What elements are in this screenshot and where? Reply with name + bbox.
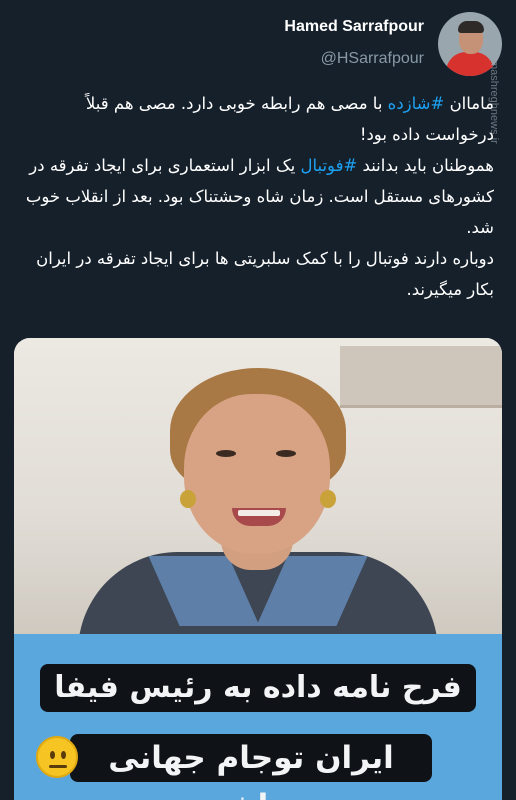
photo-earring-left	[180, 490, 196, 508]
photo-background-frame	[340, 346, 502, 408]
caption-line-1: فرح نامه داده به رئیس فیفا	[40, 664, 476, 712]
photo-face	[184, 394, 330, 554]
emoji-eye-left	[50, 751, 55, 759]
photo-earring-right	[320, 490, 336, 508]
media-photo	[14, 338, 502, 652]
avatar-shirt	[446, 52, 494, 76]
tweet-media-image[interactable]: فرح نامه داده به رئیس فیفا ایران توجام ج…	[14, 338, 502, 800]
caption-line-2: ایران توجام جهانی نباشه	[70, 734, 432, 800]
photo-eye-right	[276, 450, 296, 457]
tweet-text-segment: ماماان	[449, 94, 494, 113]
photo-eye-left	[216, 450, 236, 457]
avatar-hair	[458, 21, 484, 33]
caption-banner: فرح نامه داده به رئیس فیفا ایران توجام ج…	[14, 634, 502, 800]
tweet-paragraph-2: هموطنان باید بدانند #فوتبال یک ابزار است…	[14, 150, 494, 243]
tweet-header: Hamed Sarrafpour @HSarrafpour	[284, 12, 502, 82]
author-names: Hamed Sarrafpour @HSarrafpour	[284, 12, 424, 68]
tweet-text: ماماان #شازده با مصی هم رابطه خوبی دارد.…	[14, 88, 494, 305]
neutral-face-emoji-icon	[36, 736, 78, 778]
hashtag-football[interactable]: #فوتبال	[300, 156, 357, 175]
emoji-mouth	[49, 765, 67, 768]
emoji-eye-right	[61, 751, 66, 759]
author-display-name[interactable]: Hamed Sarrafpour	[284, 18, 424, 36]
tweet-text-segment: هموطنان باید بدانند	[357, 156, 494, 175]
tweet-card[interactable]: Hamed Sarrafpour @HSarrafpour mashreghne…	[0, 0, 516, 800]
author-handle[interactable]: @HSarrafpour	[284, 50, 424, 68]
tweet-paragraph-1: ماماان #شازده با مصی هم رابطه خوبی دارد.…	[14, 88, 494, 150]
tweet-paragraph-3: دوباره دارند فوتبال را با کمک سلبریتی ها…	[36, 249, 494, 299]
hashtag-shazdeh[interactable]: #شازده	[388, 94, 445, 113]
